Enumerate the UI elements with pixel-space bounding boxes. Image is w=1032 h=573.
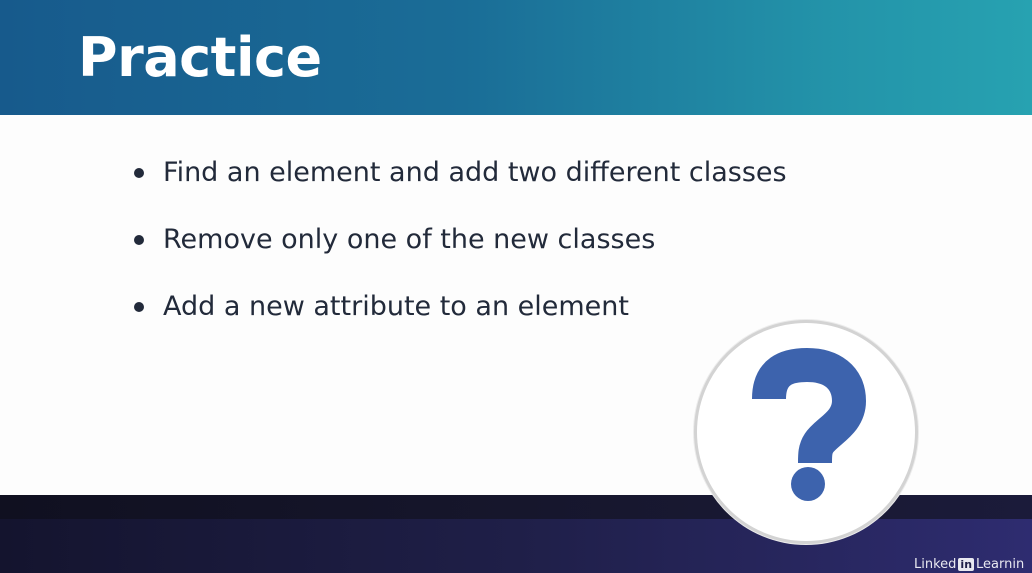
brand-watermark: Linked in Learnin <box>914 555 1032 573</box>
slide-title: Practice <box>78 26 322 89</box>
brand-suffix: Learnin <box>976 556 1025 572</box>
brand-mark: in <box>958 557 975 571</box>
bullet-dot-icon <box>134 302 144 312</box>
bullet-text: Add a new attribute to an element <box>163 291 629 322</box>
bullet-dot-icon <box>134 235 144 245</box>
bullet-item: Remove only one of the new classes <box>130 217 787 284</box>
slide-header: Practice <box>0 0 1032 115</box>
bullet-text: Find an element and add two different cl… <box>163 157 787 188</box>
bullet-text: Remove only one of the new classes <box>163 224 656 255</box>
bullet-item: Add a new attribute to an element <box>130 284 787 351</box>
question-badge <box>694 320 918 544</box>
question-mark-icon <box>752 348 866 501</box>
brand-prefix: Linked <box>914 556 957 572</box>
bullet-list: Find an element and add two different cl… <box>130 150 787 351</box>
bullet-item: Find an element and add two different cl… <box>130 150 787 217</box>
bullet-dot-icon <box>134 168 144 178</box>
